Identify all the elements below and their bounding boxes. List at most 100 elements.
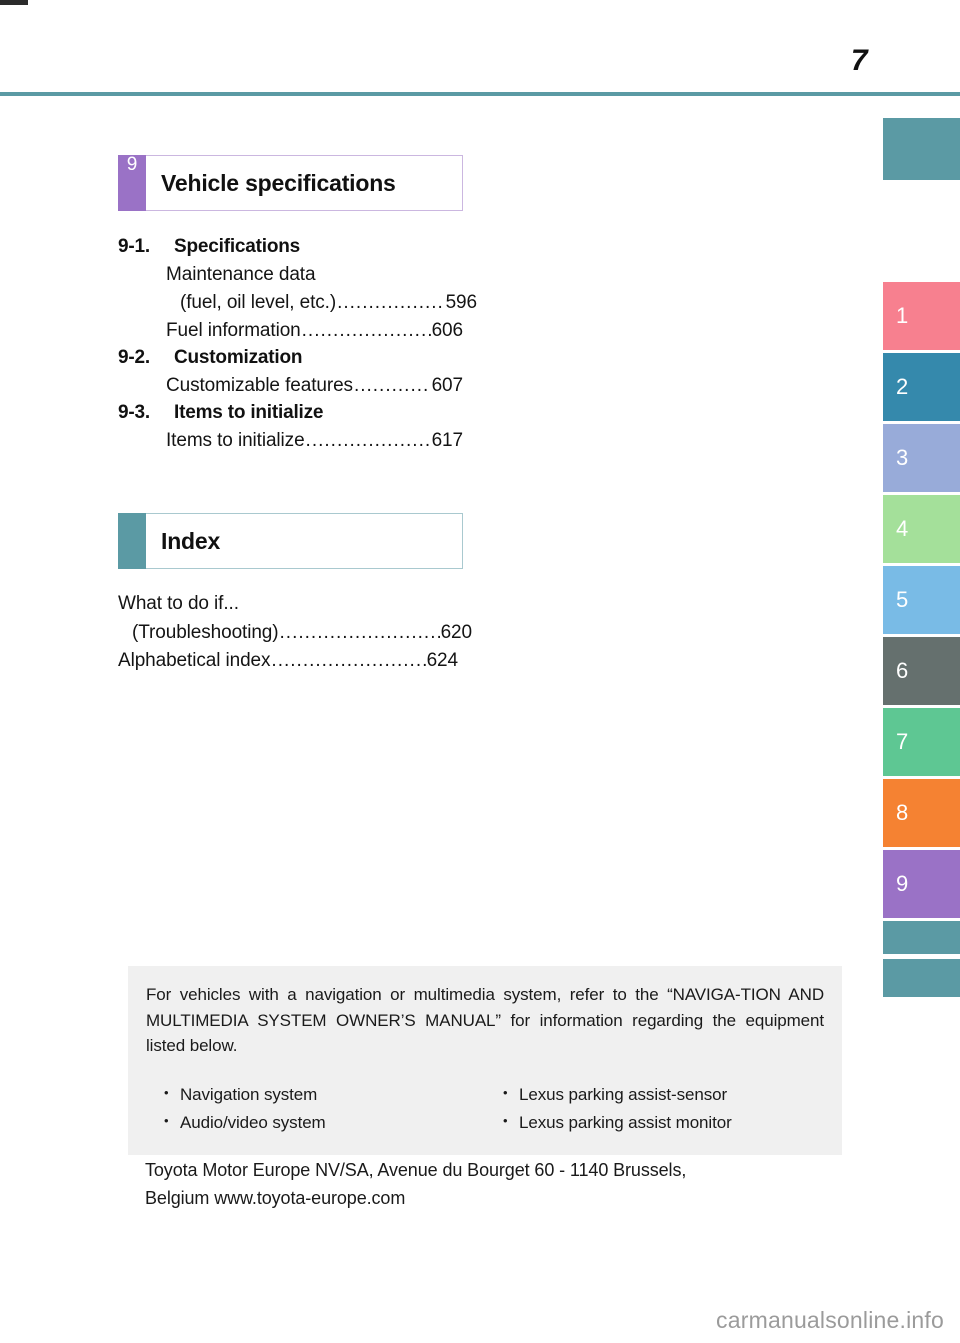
toc-group-title: Customization [174,347,303,369]
toc-entry: Maintenance data (fuel, oil level, etc.).… [118,261,477,317]
address-line-1: Toyota Motor Europe NV/SA, Avenue du Bou… [145,1160,687,1180]
manufacturer-address: Toyota Motor Europe NV/SA, Avenue du Bou… [145,1157,845,1213]
tab-6[interactable]: 6 [883,637,960,705]
tab-4[interactable]: 4 [883,495,960,563]
toc-entry-dots: ............ [353,375,430,397]
toc-entry-label: Fuel information [166,320,301,342]
notice-list-item-label: Lexus parking assist monitor [519,1112,732,1132]
index-title: Index [161,527,221,554]
bullet-icon: • [164,1084,169,1100]
tab-bottom-teal-1[interactable] [883,921,960,954]
address-line-2: Belgium www.toyota-europe.com [145,1187,406,1208]
notice-list-item: • Lexus parking assist-sensor [503,1081,824,1109]
header-rule [0,92,960,96]
chapter-title-wrap: Vehicle specifications [146,155,463,211]
toc-group-title: Specifications [174,236,301,257]
toc-entry-dots: ........................ [305,430,431,452]
index-entry-list: What to do if... (Troubleshooting).......… [118,590,472,676]
index-entry-label: What to do if... [118,593,239,614]
chapter-title: Vehicle specifications [161,169,396,196]
chapter-header-box: 9 Vehicle specifications [118,155,463,211]
notice-list-item: • Lexus parking assist monitor [503,1109,824,1137]
tab-5[interactable]: 5 [883,566,960,634]
toc-group-number: 9-3. [118,402,150,424]
toc-entry-page: 596 [445,292,478,314]
tab-6-label: 6 [896,658,909,683]
tab-3-label: 3 [896,445,909,470]
toc-entry-dots: ........................ [301,320,431,342]
toc-entry: Fuel information........................… [118,317,463,345]
notice-column-right: • Lexus parking assist-sensor • Lexus parki… [485,1081,824,1137]
toc-entry-label: Maintenance data [166,264,316,285]
toc-entry-label: Customizable features [166,375,353,397]
notice-column-left: • Navigation system • Audio/video system [146,1081,485,1137]
tab-1[interactable]: 1 [883,282,960,350]
toc-entry-dots: .................................. [271,650,426,671]
manual-page: 7 1 2 3 4 5 6 7 8 9 9 Vehicle specifications 9-1… [0,0,960,1343]
table-of-contents: 9-1. Specifications Maintenance data (fuel,… [118,236,477,458]
notice-list-item: • Navigation system [164,1081,485,1109]
bullet-icon: • [503,1112,508,1128]
tab-4-label: 4 [896,516,909,541]
toc-entry-row[interactable]: Alphabetical index......................… [118,647,458,676]
notice-list-item-label: Navigation system [180,1084,318,1104]
toc-entry-page: 620 [440,621,473,643]
toc-entry-row[interactable]: (Troubleshooting).......................… [118,619,472,648]
page-number: 7 [850,44,868,77]
toc-entry-label: (Troubleshooting) [132,621,279,643]
chapter-number: 9 [126,154,138,175]
toc-entry-page: 607 [431,375,464,397]
tab-8[interactable]: 8 [883,779,960,847]
toc-group-number: 9-2. [118,347,150,369]
toc-entry: Items to initialize ....................… [118,427,463,455]
tab-9-label: 9 [896,871,909,896]
bullet-icon: • [503,1084,508,1100]
toc-group: 9-2. Customization Customizable features .… [118,347,463,400]
tab-8-label: 8 [896,800,909,825]
tab-1-label: 1 [896,303,909,328]
toc-entry: Customizable features ............ 607 [118,372,463,400]
navigation-notice-box: For vehicles with a navigation or multim… [128,966,842,1155]
notice-paragraph: For vehicles with a navigation or multim… [146,985,824,1055]
toc-entry-page: 617 [431,430,464,452]
registration-mark [0,0,28,5]
tab-3[interactable]: 3 [883,424,960,492]
toc-entry-row[interactable]: (fuel, oil level, etc.).................… [166,289,477,317]
tab-7[interactable]: 7 [883,708,960,776]
tab-bottom-teal-2[interactable] [883,959,960,997]
index-header-box: Index [118,513,463,569]
notice-list-item-label: Lexus parking assist-sensor [519,1084,728,1104]
tab-7-label: 7 [896,729,909,754]
toc-group: 9-1. Specifications Maintenance data (fuel,… [118,236,477,345]
toc-entry-page: 606 [431,320,464,342]
tab-9[interactable]: 9 [883,850,960,918]
site-watermark: carmanualsonline.info [716,1307,944,1333]
toc-group-heading[interactable]: 9-3. Items to initialize [118,402,463,424]
chapter-number-swatch: 9 [118,155,146,211]
toc-group-title: Items to initialize [174,402,324,424]
index-entry: Alphabetical index......................… [118,647,458,676]
toc-entry-row[interactable]: Customizable features ............ 607 [166,372,463,400]
index-entry: What to do if... (Troubleshooting).......… [118,590,472,647]
toc-group-number: 9-1. [118,236,150,257]
notice-list-item: • Audio/video system [164,1109,485,1137]
tab-2[interactable]: 2 [883,353,960,421]
toc-entry-label: Alphabetical index [118,650,271,671]
toc-entry-page: 624 [426,650,459,671]
toc-group-heading[interactable]: 9-1. Specifications [118,236,463,258]
notice-list-item-label: Audio/video system [180,1112,326,1132]
toc-entry-row[interactable]: Items to initialize ....................… [166,427,463,455]
chapter-tab-column: 1 2 3 4 5 6 7 8 9 [883,118,960,1018]
bullet-icon: • [164,1112,169,1128]
toc-group: 9-3. Items to initialize Items to initiali… [118,402,463,455]
toc-entry-dots: .............................. [279,621,440,643]
notice-bullet-columns: • Navigation system • Audio/video system • L… [146,1081,824,1137]
tab-top-teal[interactable] [883,118,960,180]
toc-entry-dots: .................... [337,292,445,314]
toc-entry-label: Items to initialize [166,430,305,452]
index-swatch [118,513,146,569]
toc-entry-row[interactable]: Fuel information........................… [166,317,463,345]
index-title-wrap: Index [146,513,463,569]
toc-group-heading[interactable]: 9-2. Customization [118,347,463,369]
tab-5-label: 5 [896,587,909,612]
